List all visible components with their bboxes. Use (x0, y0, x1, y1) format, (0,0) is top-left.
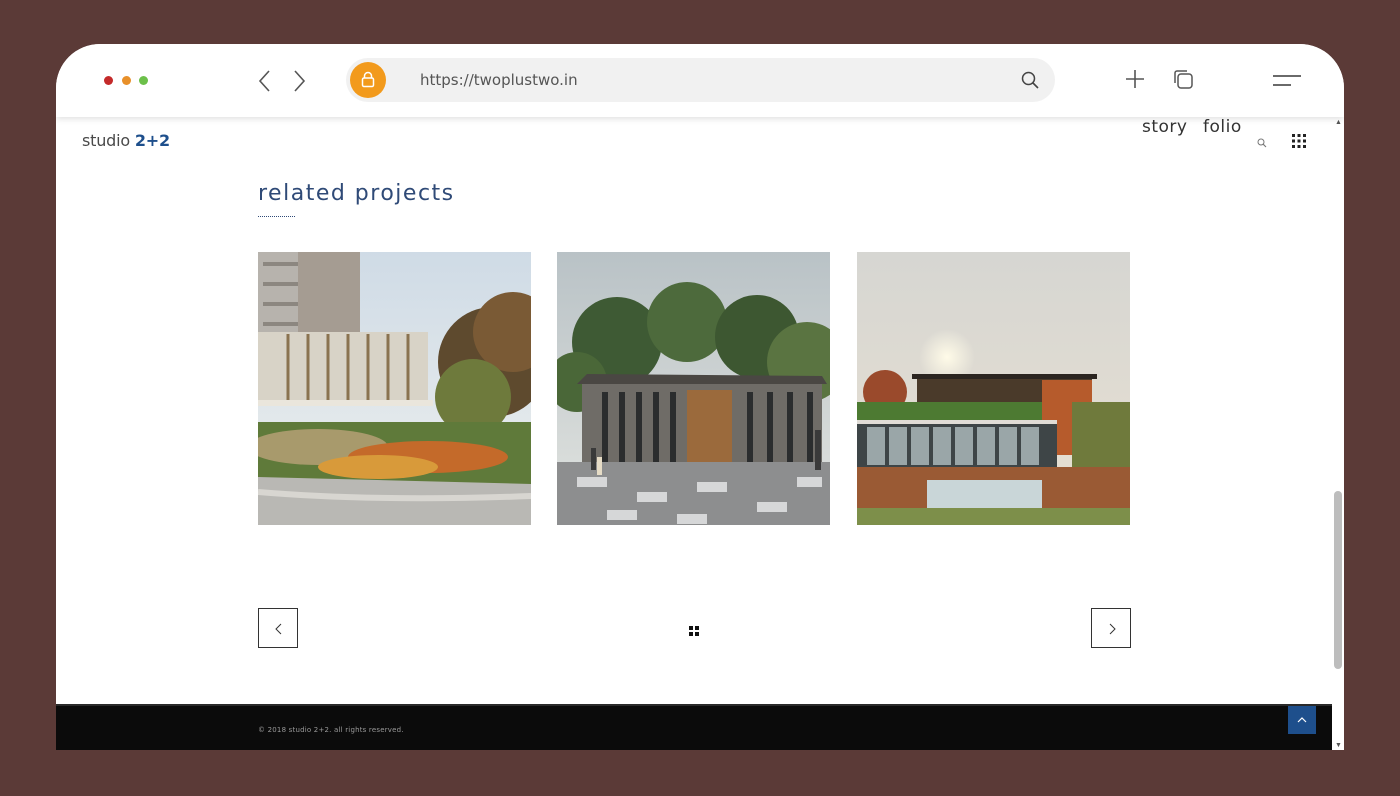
project-card-1[interactable] (258, 252, 531, 525)
lock-icon[interactable] (350, 62, 386, 98)
prev-project-button[interactable] (258, 608, 298, 648)
page-viewport: studio 2+2 story folio related projects (56, 117, 1332, 750)
villa-with-pool-render (857, 252, 1130, 525)
project-card-3[interactable] (857, 252, 1130, 525)
back-to-top-button[interactable] (1288, 706, 1316, 734)
chevron-left-icon (275, 623, 282, 635)
residential-tower-clubhouse-render (258, 252, 531, 525)
scroll-thumb[interactable] (1334, 491, 1342, 669)
browser-window: https://twoplustwo.in studio 2+2 story f… (56, 44, 1344, 750)
chevron-right-icon[interactable] (290, 68, 310, 94)
tabs-icon[interactable] (1172, 68, 1194, 95)
url-text[interactable]: https://twoplustwo.in (420, 71, 578, 89)
chevron-up-icon (1297, 717, 1307, 723)
window-maximize-dot[interactable] (139, 76, 148, 85)
grid-icon[interactable] (689, 623, 699, 641)
scroll-down-icon[interactable]: ▼ (1335, 742, 1342, 749)
menu-icon[interactable] (1272, 74, 1302, 93)
logo-text: studio (82, 131, 135, 150)
window-close-dot[interactable] (104, 76, 113, 85)
section-title: related projects (258, 181, 455, 206)
search-icon[interactable] (1257, 135, 1267, 153)
site-logo[interactable]: studio 2+2 (82, 131, 170, 150)
search-icon[interactable] (1021, 71, 1039, 94)
nav-folio[interactable]: folio (1203, 117, 1242, 137)
plus-icon[interactable] (1124, 68, 1146, 95)
page-scrollbar[interactable]: ▲ ▼ (1332, 117, 1344, 750)
copyright-text: © 2018 studio 2+2. all rights reserved. (258, 726, 404, 734)
logo-accent: 2+2 (134, 131, 170, 150)
browser-toolbar: https://twoplustwo.in (56, 44, 1344, 117)
project-card-2[interactable] (557, 252, 830, 525)
next-project-button[interactable] (1091, 608, 1131, 648)
window-minimize-dot[interactable] (122, 76, 131, 85)
chevron-left-icon[interactable] (256, 68, 276, 94)
aurum-pavilion-render (557, 252, 830, 525)
grid-menu-icon[interactable] (1292, 134, 1306, 153)
chevron-right-icon (1109, 623, 1116, 635)
scroll-up-icon[interactable]: ▲ (1335, 119, 1342, 126)
site-footer: © 2018 studio 2+2. all rights reserved. (56, 704, 1332, 750)
title-underline (258, 216, 295, 217)
nav-story[interactable]: story (1142, 117, 1187, 137)
address-bar[interactable]: https://twoplustwo.in (346, 58, 1055, 102)
